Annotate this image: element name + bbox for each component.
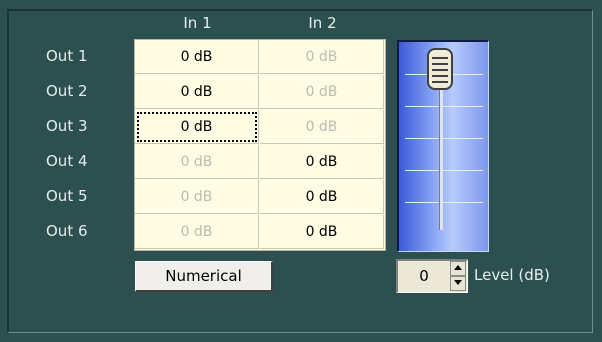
matrix-cell-out5-in2[interactable]: 0 dB — [260, 180, 384, 214]
matrix-cell-out4-in2[interactable]: 0 dB — [260, 145, 384, 179]
column-header-in2: In 2 — [308, 14, 337, 32]
fader-tick — [405, 106, 483, 107]
row-label-out5: Out 5 — [46, 187, 88, 205]
level-fader[interactable] — [397, 40, 489, 252]
routing-matrix-grid: 0 dB 0 dB 0 dB 0 dB 0 dB 0 dB 0 dB 0 dB … — [134, 39, 386, 251]
numerical-button[interactable]: Numerical — [135, 261, 273, 292]
arrow-down-icon — [454, 280, 462, 285]
matrix-cell-out6-in2[interactable]: 0 dB — [260, 215, 384, 249]
column-header-in1: In 1 — [183, 14, 212, 32]
spin-up-button[interactable] — [450, 261, 466, 276]
matrix-cell-out6-in1[interactable]: 0 dB — [135, 215, 259, 249]
fader-tick — [405, 138, 483, 139]
fader-knob[interactable] — [427, 48, 453, 90]
matrix-cell-out2-in2[interactable]: 0 dB — [260, 75, 384, 109]
spin-down-button[interactable] — [450, 276, 466, 291]
arrow-up-icon — [454, 265, 462, 270]
row-label-out2: Out 2 — [46, 82, 88, 100]
level-label: Level (dB) — [474, 266, 550, 284]
fader-tick — [405, 170, 483, 171]
level-value-input[interactable]: 0 — [400, 261, 448, 291]
matrix-cell-out4-in1[interactable]: 0 dB — [135, 145, 259, 179]
row-label-out1: Out 1 — [46, 47, 88, 65]
row-label-out4: Out 4 — [46, 152, 88, 170]
matrix-cell-out1-in2[interactable]: 0 dB — [260, 40, 384, 74]
matrix-cell-out5-in1[interactable]: 0 dB — [135, 180, 259, 214]
row-label-out6: Out 6 — [46, 222, 88, 240]
fader-tick — [405, 202, 483, 203]
row-label-out3: Out 3 — [46, 117, 88, 135]
level-spinbox[interactable]: 0 — [396, 259, 468, 293]
matrix-cell-out2-in1[interactable]: 0 dB — [135, 75, 259, 109]
matrix-cell-out3-in1[interactable]: 0 dB — [135, 110, 259, 144]
matrix-cell-out3-in2[interactable]: 0 dB — [260, 110, 384, 144]
matrix-cell-out1-in1[interactable]: 0 dB — [135, 40, 259, 74]
